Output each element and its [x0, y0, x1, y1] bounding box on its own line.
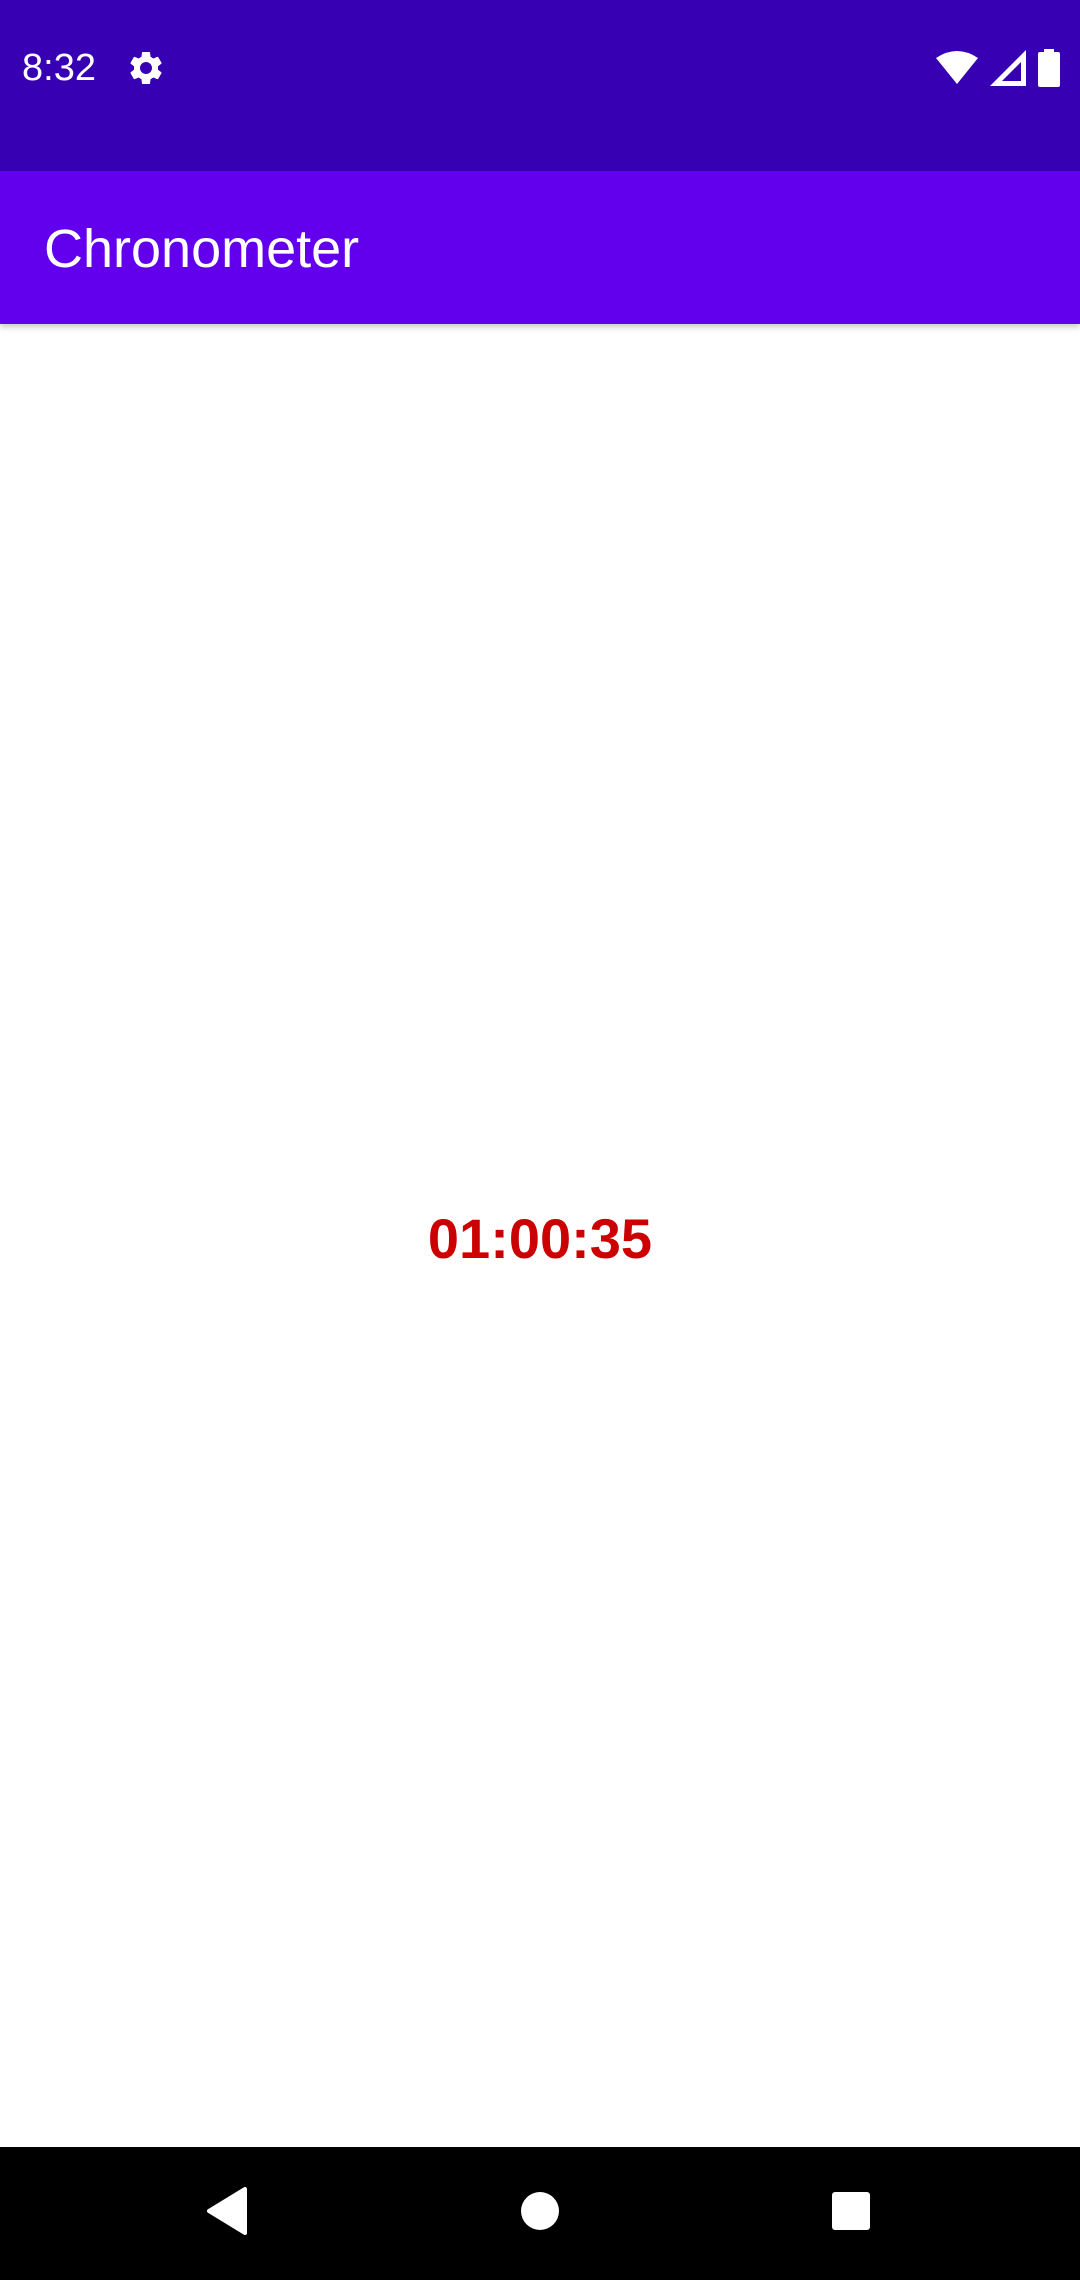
chronometer-display: 01:00:35 — [427, 1207, 653, 1270]
home-button[interactable] — [473, 2147, 606, 2280]
back-button[interactable] — [160, 2147, 293, 2280]
recents-icon — [831, 2191, 871, 2236]
cellular-signal-icon — [990, 50, 1026, 86]
battery-icon — [1038, 49, 1060, 87]
page-title: Chronometer — [44, 219, 360, 279]
back-icon — [205, 2187, 249, 2240]
gear-icon — [126, 48, 166, 88]
home-icon — [520, 2191, 560, 2236]
status-bar: 8:32 — [0, 0, 1080, 171]
status-time: 8:32 — [22, 47, 96, 89]
recents-button[interactable] — [784, 2147, 917, 2280]
app-bar: Chronometer — [0, 171, 1080, 324]
status-icons — [936, 46, 1060, 90]
main-content: 01:00:35 — [0, 324, 1080, 2147]
wifi-icon — [936, 50, 978, 86]
navigation-bar — [0, 2147, 1080, 2280]
